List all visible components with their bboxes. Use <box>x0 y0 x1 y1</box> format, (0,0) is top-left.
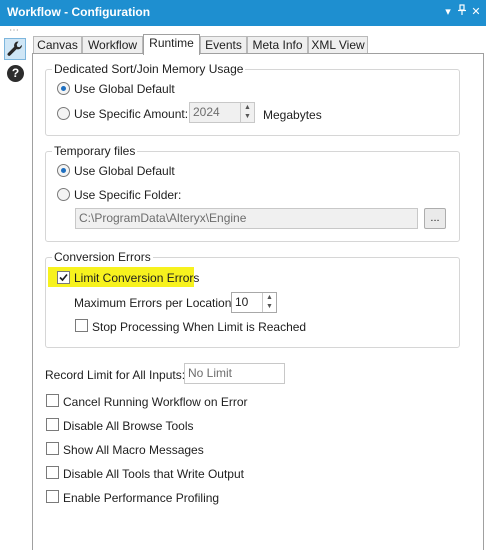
limit-errors-checkbox[interactable] <box>57 271 70 284</box>
tab-canvas[interactable]: Canvas <box>33 36 82 54</box>
memory-amount-value: 2024 <box>193 105 220 119</box>
temp-global-radio[interactable] <box>57 164 70 177</box>
cancel-on-error-checkbox[interactable] <box>46 394 59 407</box>
grip-dots-icon: ⋯ <box>9 25 20 36</box>
tab-runtime[interactable]: Runtime <box>143 34 200 55</box>
show-macro-messages-label: Show All Macro Messages <box>63 443 204 457</box>
cancel-on-error-label: Cancel Running Workflow on Error <box>63 395 248 409</box>
tab-events[interactable]: Events <box>200 36 247 54</box>
temp-global-label: Use Global Default <box>74 164 175 178</box>
record-limit-label: Record Limit for All Inputs: <box>45 368 186 382</box>
check-icon <box>59 273 68 282</box>
tab-xml-view[interactable]: XML View <box>308 36 368 54</box>
temp-specific-radio[interactable] <box>57 188 70 201</box>
pin-icon[interactable] <box>455 4 469 20</box>
help-symbol: ? <box>7 65 24 82</box>
limit-errors-label: Limit Conversion Errors <box>74 271 200 285</box>
help-icon[interactable]: ? <box>4 63 26 85</box>
disable-browse-checkbox[interactable] <box>46 418 59 431</box>
memory-legend: Dedicated Sort/Join Memory Usage <box>52 62 246 76</box>
spin-down-icon[interactable]: ▼ <box>263 302 276 311</box>
record-limit-placeholder: No Limit <box>188 366 233 380</box>
disable-browse-label: Disable All Browse Tools <box>63 419 194 433</box>
temp-folder-input[interactable]: C:\ProgramData\Alteryx\Engine <box>75 208 418 229</box>
memory-amount-spinner[interactable]: ▲ ▼ <box>240 103 254 122</box>
spin-up-icon[interactable]: ▲ <box>241 103 254 112</box>
max-errors-spinner[interactable]: ▲ ▼ <box>262 293 276 312</box>
window-title: Workflow - Configuration <box>7 5 151 19</box>
disable-output-tools-checkbox[interactable] <box>46 466 59 479</box>
spin-down-icon[interactable]: ▼ <box>241 112 254 121</box>
close-icon[interactable]: ✕ <box>469 4 483 20</box>
temp-folder-value: C:\ProgramData\Alteryx\Engine <box>79 211 247 225</box>
conversion-errors-legend: Conversion Errors <box>52 250 153 264</box>
tab-workflow[interactable]: Workflow <box>82 36 143 54</box>
memory-global-label: Use Global Default <box>74 82 175 96</box>
record-limit-input[interactable]: No Limit <box>184 363 285 384</box>
browse-folder-button[interactable]: ... <box>424 208 446 229</box>
performance-profiling-checkbox[interactable] <box>46 490 59 503</box>
wrench-icon[interactable] <box>4 38 26 60</box>
memory-units-label: Megabytes <box>263 108 322 122</box>
temp-specific-label: Use Specific Folder: <box>74 188 182 202</box>
memory-specific-label: Use Specific Amount: <box>74 107 189 121</box>
disable-output-tools-label: Disable All Tools that Write Output <box>63 467 244 481</box>
max-errors-label: Maximum Errors per Location: <box>74 296 235 310</box>
performance-profiling-label: Enable Performance Profiling <box>63 491 220 505</box>
memory-specific-radio[interactable] <box>57 107 70 120</box>
show-macro-messages-checkbox[interactable] <box>46 442 59 455</box>
dropdown-icon[interactable]: ▾ <box>441 4 455 20</box>
left-toolbar <box>0 26 31 550</box>
temp-files-legend: Temporary files <box>52 144 138 158</box>
title-bar: Workflow - Configuration ▾ ✕ <box>0 0 486 26</box>
max-errors-value: 10 <box>235 295 249 309</box>
spin-up-icon[interactable]: ▲ <box>263 293 276 302</box>
stop-processing-label: Stop Processing When Limit is Reached <box>92 320 307 334</box>
memory-global-radio[interactable] <box>57 82 70 95</box>
tab-meta-info[interactable]: Meta Info <box>247 36 308 54</box>
stop-processing-checkbox[interactable] <box>75 319 88 332</box>
